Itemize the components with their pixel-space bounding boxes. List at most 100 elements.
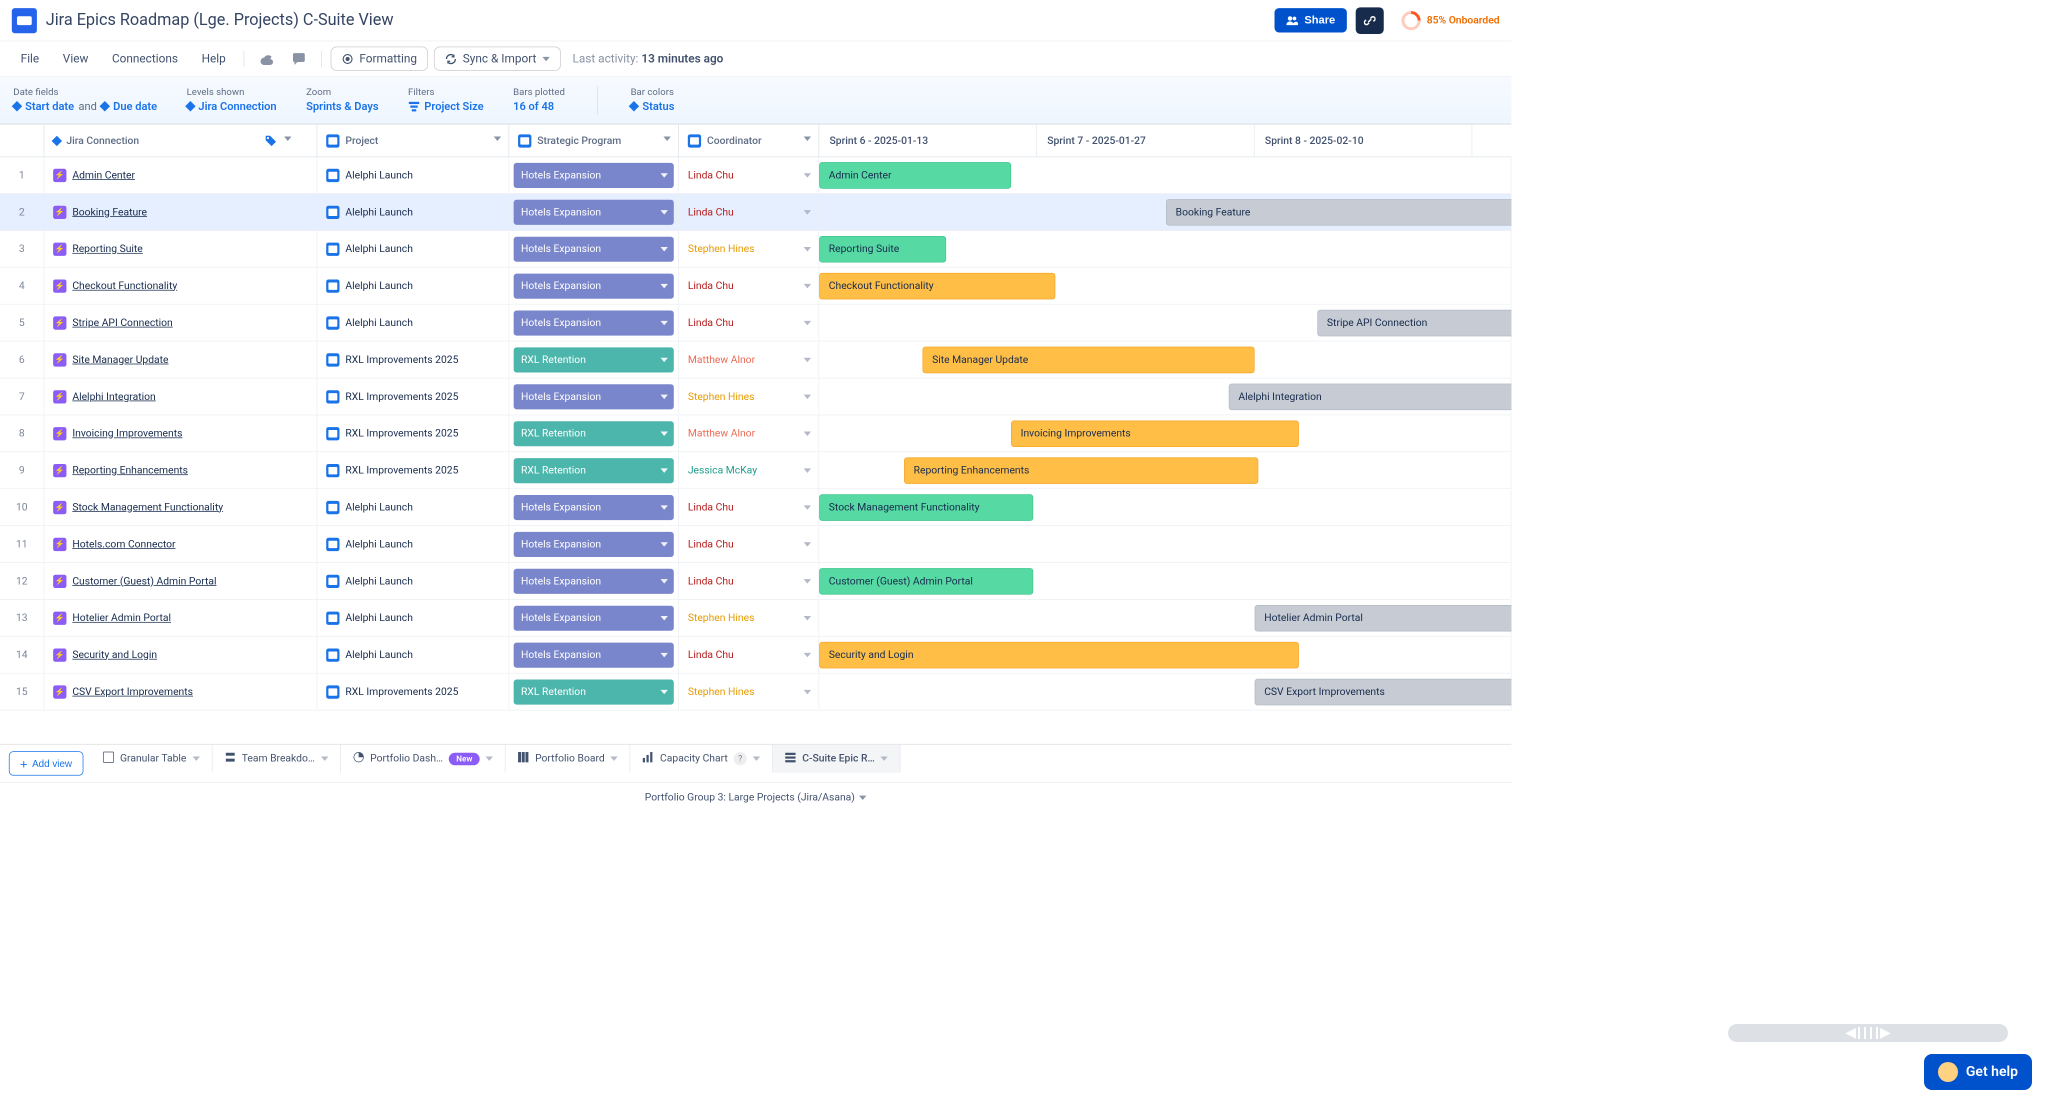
formatting-button[interactable]: Formatting — [331, 46, 429, 70]
control-bars-plotted[interactable]: Bars plotted 16 of 48 — [513, 87, 565, 113]
control-date-fields[interactable]: Date fields Start date and Due date — [13, 87, 157, 113]
cell-strategic-program[interactable]: Hotels Expansion — [509, 231, 679, 267]
table-row[interactable]: 5⚡Stripe API ConnectionAlelphi LaunchHot… — [0, 305, 1511, 342]
chevron-down-icon[interactable] — [804, 137, 811, 141]
view-tab[interactable]: Portfolio Dash…New — [341, 745, 506, 773]
chevron-down-icon[interactable] — [494, 137, 501, 141]
onboarding-status[interactable]: 85% Onboarded — [1402, 11, 1500, 30]
epic-link[interactable]: Alelphi Integration — [72, 391, 155, 403]
table-row[interactable]: 3⚡Reporting SuiteAlelphi LaunchHotels Ex… — [0, 231, 1511, 268]
cell-jira-connection[interactable]: ⚡Admin Center — [44, 157, 317, 193]
cell-gantt[interactable]: Customer (Guest) Admin Portal — [819, 563, 1511, 599]
cell-coordinator[interactable]: Linda Chu — [679, 563, 819, 599]
gantt-bar[interactable]: Booking Feature — [1166, 199, 1511, 226]
cell-strategic-program[interactable]: RXL Retention — [509, 452, 679, 488]
cell-coordinator[interactable]: Jessica McKay — [679, 452, 819, 488]
cell-coordinator[interactable]: Linda Chu — [679, 194, 819, 230]
cell-strategic-program[interactable]: Hotels Expansion — [509, 194, 679, 230]
gantt-bar[interactable]: Admin Center — [819, 162, 1011, 189]
cell-strategic-program[interactable]: Hotels Expansion — [509, 600, 679, 636]
cell-jira-connection[interactable]: ⚡Customer (Guest) Admin Portal — [44, 563, 317, 599]
cell-jira-connection[interactable]: ⚡Reporting Enhancements — [44, 452, 317, 488]
cell-gantt[interactable]: Admin Center — [819, 157, 1511, 193]
portfolio-group-selector[interactable]: Portfolio Group 3: Large Projects (Jira/… — [645, 792, 855, 804]
table-row[interactable]: 6⚡Site Manager UpdateRXL Improvements 20… — [0, 342, 1511, 379]
epic-link[interactable]: Stripe API Connection — [72, 317, 172, 329]
cell-gantt[interactable]: Stock Management Functionality — [819, 489, 1511, 525]
cell-strategic-program[interactable]: Hotels Expansion — [509, 563, 679, 599]
chevron-down-icon[interactable] — [611, 756, 618, 760]
cell-jira-connection[interactable]: ⚡Invoicing Improvements — [44, 415, 317, 451]
cell-strategic-program[interactable]: Hotels Expansion — [509, 379, 679, 415]
cell-strategic-program[interactable]: RXL Retention — [509, 342, 679, 378]
table-row[interactable]: 8⚡Invoicing ImprovementsRXL Improvements… — [0, 415, 1511, 452]
gantt-bar[interactable]: Reporting Suite — [819, 236, 946, 263]
cell-gantt[interactable]: Invoicing Improvements — [819, 415, 1511, 451]
cell-project[interactable]: RXL Improvements 2025 — [317, 452, 509, 488]
view-tab[interactable]: Capacity Chart? — [631, 745, 773, 773]
menu-help[interactable]: Help — [193, 47, 235, 70]
cell-gantt[interactable]: Site Manager Update — [819, 342, 1511, 378]
cell-project[interactable]: Alelphi Launch — [317, 194, 509, 230]
cell-coordinator[interactable]: Matthew Alnor — [679, 342, 819, 378]
cell-jira-connection[interactable]: ⚡Hotels.com Connector — [44, 526, 317, 562]
gantt-bar[interactable]: Security and Login — [819, 642, 1299, 669]
epic-link[interactable]: Invoicing Improvements — [72, 428, 182, 440]
table-row[interactable]: 2⚡Booking FeatureAlelphi LaunchHotels Ex… — [0, 194, 1511, 231]
cell-gantt[interactable]: Security and Login — [819, 637, 1511, 673]
cell-project[interactable]: Alelphi Launch — [317, 637, 509, 673]
chevron-down-icon[interactable] — [321, 756, 328, 760]
epic-link[interactable]: Hotelier Admin Portal — [72, 612, 171, 624]
gantt-bar[interactable]: Invoicing Improvements — [1011, 421, 1299, 448]
cell-project[interactable]: Alelphi Launch — [317, 157, 509, 193]
comments-icon[interactable] — [286, 47, 313, 71]
chevron-down-icon[interactable] — [284, 137, 291, 141]
cell-jira-connection[interactable]: ⚡Stripe API Connection — [44, 305, 317, 341]
gantt-bar[interactable]: Customer (Guest) Admin Portal — [819, 568, 1033, 595]
cell-strategic-program[interactable]: RXL Retention — [509, 415, 679, 451]
sync-import-button[interactable]: Sync & Import — [434, 46, 561, 70]
sprint-header[interactable]: Sprint 7 - 2025-01-27 — [1037, 125, 1255, 157]
help-icon[interactable]: ? — [734, 752, 747, 765]
tag-icon[interactable] — [265, 135, 277, 147]
table-row[interactable]: 12⚡Customer (Guest) Admin PortalAlelphi … — [0, 563, 1511, 600]
cell-strategic-program[interactable]: Hotels Expansion — [509, 268, 679, 304]
share-button[interactable]: Share — [1275, 8, 1347, 32]
epic-link[interactable]: Reporting Enhancements — [72, 465, 188, 477]
chevron-down-icon[interactable] — [753, 756, 760, 760]
cell-gantt[interactable]: Reporting Enhancements — [819, 452, 1511, 488]
chevron-down-icon[interactable] — [859, 795, 866, 799]
menu-view[interactable]: View — [54, 47, 97, 70]
view-tab[interactable]: Granular Table — [90, 745, 212, 773]
sprint-header[interactable]: Sprint 8 - 2025-02-10 — [1255, 125, 1473, 157]
cell-strategic-program[interactable]: Hotels Expansion — [509, 637, 679, 673]
gantt-bar[interactable]: Checkout Functionality — [819, 273, 1055, 300]
chevron-down-icon[interactable] — [192, 756, 199, 760]
cell-jira-connection[interactable]: ⚡Booking Feature — [44, 194, 317, 230]
control-bar-colors[interactable]: Bar colors Status — [631, 87, 675, 113]
cell-strategic-program[interactable]: Hotels Expansion — [509, 489, 679, 525]
cell-gantt[interactable]: Alelphi Integration — [819, 379, 1511, 415]
epic-link[interactable]: Stock Management Functionality — [72, 501, 223, 513]
control-levels[interactable]: Levels shown Jira Connection — [187, 87, 277, 113]
cell-coordinator[interactable]: Stephen Hines — [679, 600, 819, 636]
epic-link[interactable]: CSV Export Improvements — [72, 686, 193, 698]
column-project[interactable]: Project — [317, 125, 509, 157]
copy-link-button[interactable] — [1356, 7, 1384, 34]
gantt-bar[interactable]: CSV Export Improvements — [1255, 679, 1512, 706]
epic-link[interactable]: Hotels.com Connector — [72, 538, 175, 550]
cell-jira-connection[interactable]: ⚡Hotelier Admin Portal — [44, 600, 317, 636]
chevron-down-icon[interactable] — [486, 756, 493, 760]
control-filters[interactable]: Filters Project Size — [408, 87, 484, 113]
cell-project[interactable]: Alelphi Launch — [317, 231, 509, 267]
view-tab[interactable]: C-Suite Epic R… — [773, 745, 901, 773]
table-row[interactable]: 15⚡CSV Export ImprovementsRXL Improvemen… — [0, 674, 1511, 711]
epic-link[interactable]: Customer (Guest) Admin Portal — [72, 575, 216, 587]
gantt-bar[interactable]: Stripe API Connection — [1317, 310, 1511, 337]
menu-connections[interactable]: Connections — [103, 47, 187, 70]
cell-coordinator[interactable]: Linda Chu — [679, 268, 819, 304]
cell-jira-connection[interactable]: ⚡Checkout Functionality — [44, 268, 317, 304]
cell-project[interactable]: Alelphi Launch — [317, 563, 509, 599]
cell-coordinator[interactable]: Linda Chu — [679, 305, 819, 341]
gantt-bar[interactable]: Reporting Enhancements — [904, 458, 1258, 485]
